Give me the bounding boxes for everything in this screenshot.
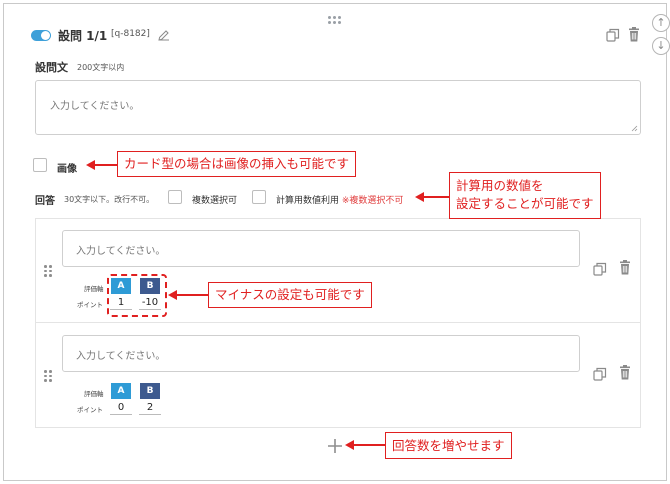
pencil-icon[interactable] xyxy=(157,27,170,41)
calc-value-note: ※複数選択不可 xyxy=(341,196,404,206)
calc-value-label: 計算用数値利用 ※複数選択不可 xyxy=(276,193,403,206)
resize-handle-icon[interactable] xyxy=(631,125,638,132)
answer-1-copy-icon[interactable] xyxy=(593,261,607,280)
image-checkbox[interactable] xyxy=(33,158,47,172)
question-text-field[interactable]: 入力してください。 xyxy=(35,80,641,135)
answer-label: 回答 xyxy=(35,196,55,207)
answer-1-axis-label: 評価軸 xyxy=(84,285,104,293)
callout-image-arrow xyxy=(94,164,118,166)
minus-highlight-box xyxy=(107,274,167,317)
question-id: [q-8182] xyxy=(111,29,150,39)
answer-2-axis-label: 評価軸 xyxy=(84,390,104,398)
calc-value-label-text: 計算用数値利用 xyxy=(276,196,340,206)
question-text-placeholder: 入力してください。 xyxy=(50,101,140,112)
answer-1-placeholder: 入力してください。 xyxy=(76,246,166,257)
callout-minus-arrow xyxy=(176,294,209,296)
question-title: 設問 1/1 xyxy=(58,29,108,43)
callout-calc-line2: 設定することが可能です xyxy=(456,196,594,211)
question-text-hint: 200文字以内 xyxy=(77,63,125,72)
answer-1-drag-handle-icon[interactable] xyxy=(44,265,52,277)
answer-2-point-a-input[interactable]: 0 xyxy=(110,401,132,415)
answer-divider xyxy=(35,322,641,323)
callout-calc-line1: 計算用の数値を xyxy=(456,178,544,193)
move-up-button[interactable]: ↑ xyxy=(652,14,670,32)
add-answer-button[interactable] xyxy=(328,438,342,453)
move-down-button[interactable]: ↓ xyxy=(652,37,670,55)
question-drag-handle-icon[interactable] xyxy=(328,16,342,25)
answer-2-copy-icon[interactable] xyxy=(593,366,607,385)
answer-2-trash-icon[interactable] xyxy=(619,365,631,384)
question-enabled-toggle[interactable] xyxy=(31,30,51,41)
arrow-down-icon: ↓ xyxy=(656,39,666,52)
arrow-up-icon: ↑ xyxy=(656,16,666,29)
callout-add-arrow xyxy=(353,444,386,446)
answer-2-input[interactable]: 入力してください。 xyxy=(62,335,580,372)
plus-icon xyxy=(328,439,342,453)
answer-2-axis-b-badge: B xyxy=(140,383,160,399)
answer-2-point-b-input[interactable]: 2 xyxy=(139,401,161,415)
image-label: 画像 xyxy=(57,164,77,175)
multi-select-checkbox[interactable] xyxy=(168,190,182,204)
copy-question-icon[interactable] xyxy=(606,28,620,42)
calc-value-checkbox[interactable] xyxy=(252,190,266,204)
callout-minus: マイナスの設定も可能です xyxy=(208,282,372,308)
answer-1-point-label: ポイント xyxy=(77,301,103,309)
answer-1-trash-icon[interactable] xyxy=(619,260,631,279)
answer-2-axis-a-badge: A xyxy=(111,383,131,399)
answer-2-placeholder: 入力してください。 xyxy=(76,351,166,362)
answer-1-input[interactable]: 入力してください。 xyxy=(62,230,580,267)
callout-image: カード型の場合は画像の挿入も可能です xyxy=(117,151,357,177)
answer-2-point-label: ポイント xyxy=(77,406,103,414)
multi-select-label: 複数選択可 xyxy=(192,196,238,206)
callout-calc-arrow xyxy=(423,196,450,198)
answer-hint: 30文字以下。改行不可。 xyxy=(64,195,155,204)
callout-calc: 計算用の数値を 設定することが可能です xyxy=(449,172,601,219)
answer-2-drag-handle-icon[interactable] xyxy=(44,370,52,382)
question-text-label: 設問文 xyxy=(35,61,68,74)
callout-add: 回答数を増やせます xyxy=(385,432,512,459)
delete-question-icon[interactable] xyxy=(628,27,640,42)
